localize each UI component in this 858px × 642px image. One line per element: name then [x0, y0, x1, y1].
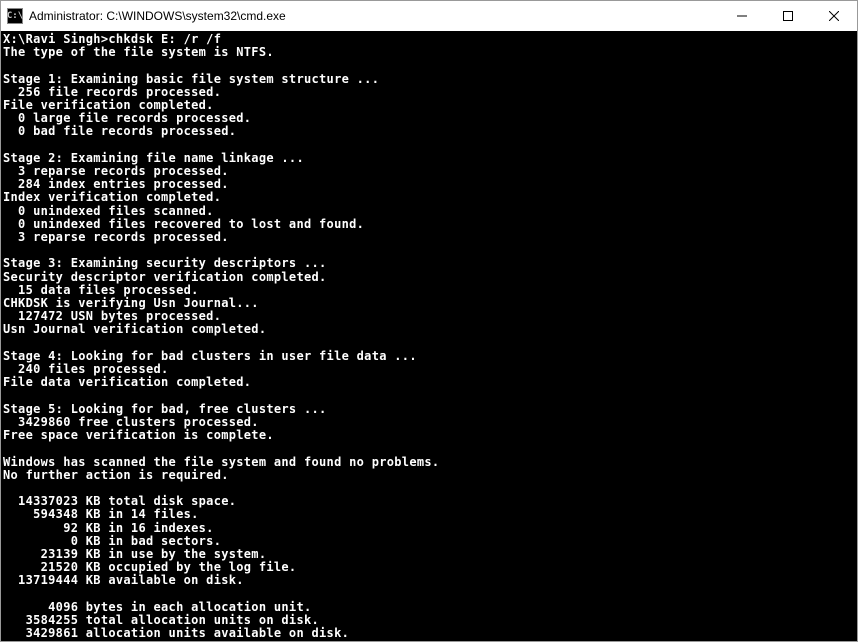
output-line: 21520 KB occupied by the log file.: [3, 560, 296, 574]
output-line: 23139 KB in use by the system.: [3, 547, 266, 561]
output-line: 3 reparse records processed.: [3, 230, 229, 244]
output-line: 256 file records processed.: [3, 85, 221, 99]
console-output[interactable]: X:\Ravi Singh>chkdsk E: /r /f The type o…: [1, 31, 857, 641]
output-line: 4096 bytes in each allocation unit.: [3, 600, 312, 614]
output-line: 3429860 free clusters processed.: [3, 415, 259, 429]
output-line: No further action is required.: [3, 468, 229, 482]
output-line: Stage 4: Looking for bad clusters in use…: [3, 349, 417, 363]
output-line: 284 index entries processed.: [3, 177, 229, 191]
output-line: 3584255 total allocation units on disk.: [3, 613, 319, 627]
output-line: Stage 3: Examining security descriptors …: [3, 256, 327, 270]
output-line: 92 KB in 16 indexes.: [3, 521, 214, 535]
output-line: File verification completed.: [3, 98, 214, 112]
output-line: Stage 5: Looking for bad, free clusters …: [3, 402, 327, 416]
output-line: 240 files processed.: [3, 362, 169, 376]
prompt: X:\Ravi Singh>: [3, 32, 108, 46]
output-line: Windows has scanned the file system and …: [3, 455, 439, 469]
output-line: 0 unindexed files scanned.: [3, 204, 214, 218]
output-line: Index verification completed.: [3, 190, 221, 204]
output-line: Stage 2: Examining file name linkage ...: [3, 151, 304, 165]
window-title: Administrator: C:\WINDOWS\system32\cmd.e…: [29, 9, 719, 23]
output-line: 3 reparse records processed.: [3, 164, 229, 178]
cmd-icon: C:\: [7, 8, 23, 24]
command-text: chkdsk E: /r /f: [108, 32, 221, 46]
cmd-window: C:\ Administrator: C:\WINDOWS\system32\c…: [0, 0, 858, 642]
output-line: 0 large file records processed.: [3, 111, 251, 125]
output-line: 3429861 allocation units available on di…: [3, 626, 349, 640]
output-line: 594348 KB in 14 files.: [3, 507, 199, 521]
titlebar[interactable]: C:\ Administrator: C:\WINDOWS\system32\c…: [1, 1, 857, 31]
output-line: File data verification completed.: [3, 375, 251, 389]
output-line: 127472 USN bytes processed.: [3, 309, 221, 323]
output-line: 0 unindexed files recovered to lost and …: [3, 217, 364, 231]
output-line: 13719444 KB available on disk.: [3, 573, 244, 587]
output-line: 0 bad file records processed.: [3, 124, 236, 138]
output-line: 15 data files processed.: [3, 283, 199, 297]
maximize-button[interactable]: [765, 1, 811, 31]
minimize-button[interactable]: [719, 1, 765, 31]
output-line: Security descriptor verification complet…: [3, 270, 327, 284]
output-line: Free space verification is complete.: [3, 428, 274, 442]
output-line: Stage 1: Examining basic file system str…: [3, 72, 379, 86]
output-line: Usn Journal verification completed.: [3, 322, 266, 336]
output-line: 14337023 KB total disk space.: [3, 494, 236, 508]
output-line: The type of the file system is NTFS.: [3, 45, 274, 59]
output-line: 0 KB in bad sectors.: [3, 534, 221, 548]
output-line: CHKDSK is verifying Usn Journal...: [3, 296, 259, 310]
close-button[interactable]: [811, 1, 857, 31]
window-controls: [719, 1, 857, 31]
